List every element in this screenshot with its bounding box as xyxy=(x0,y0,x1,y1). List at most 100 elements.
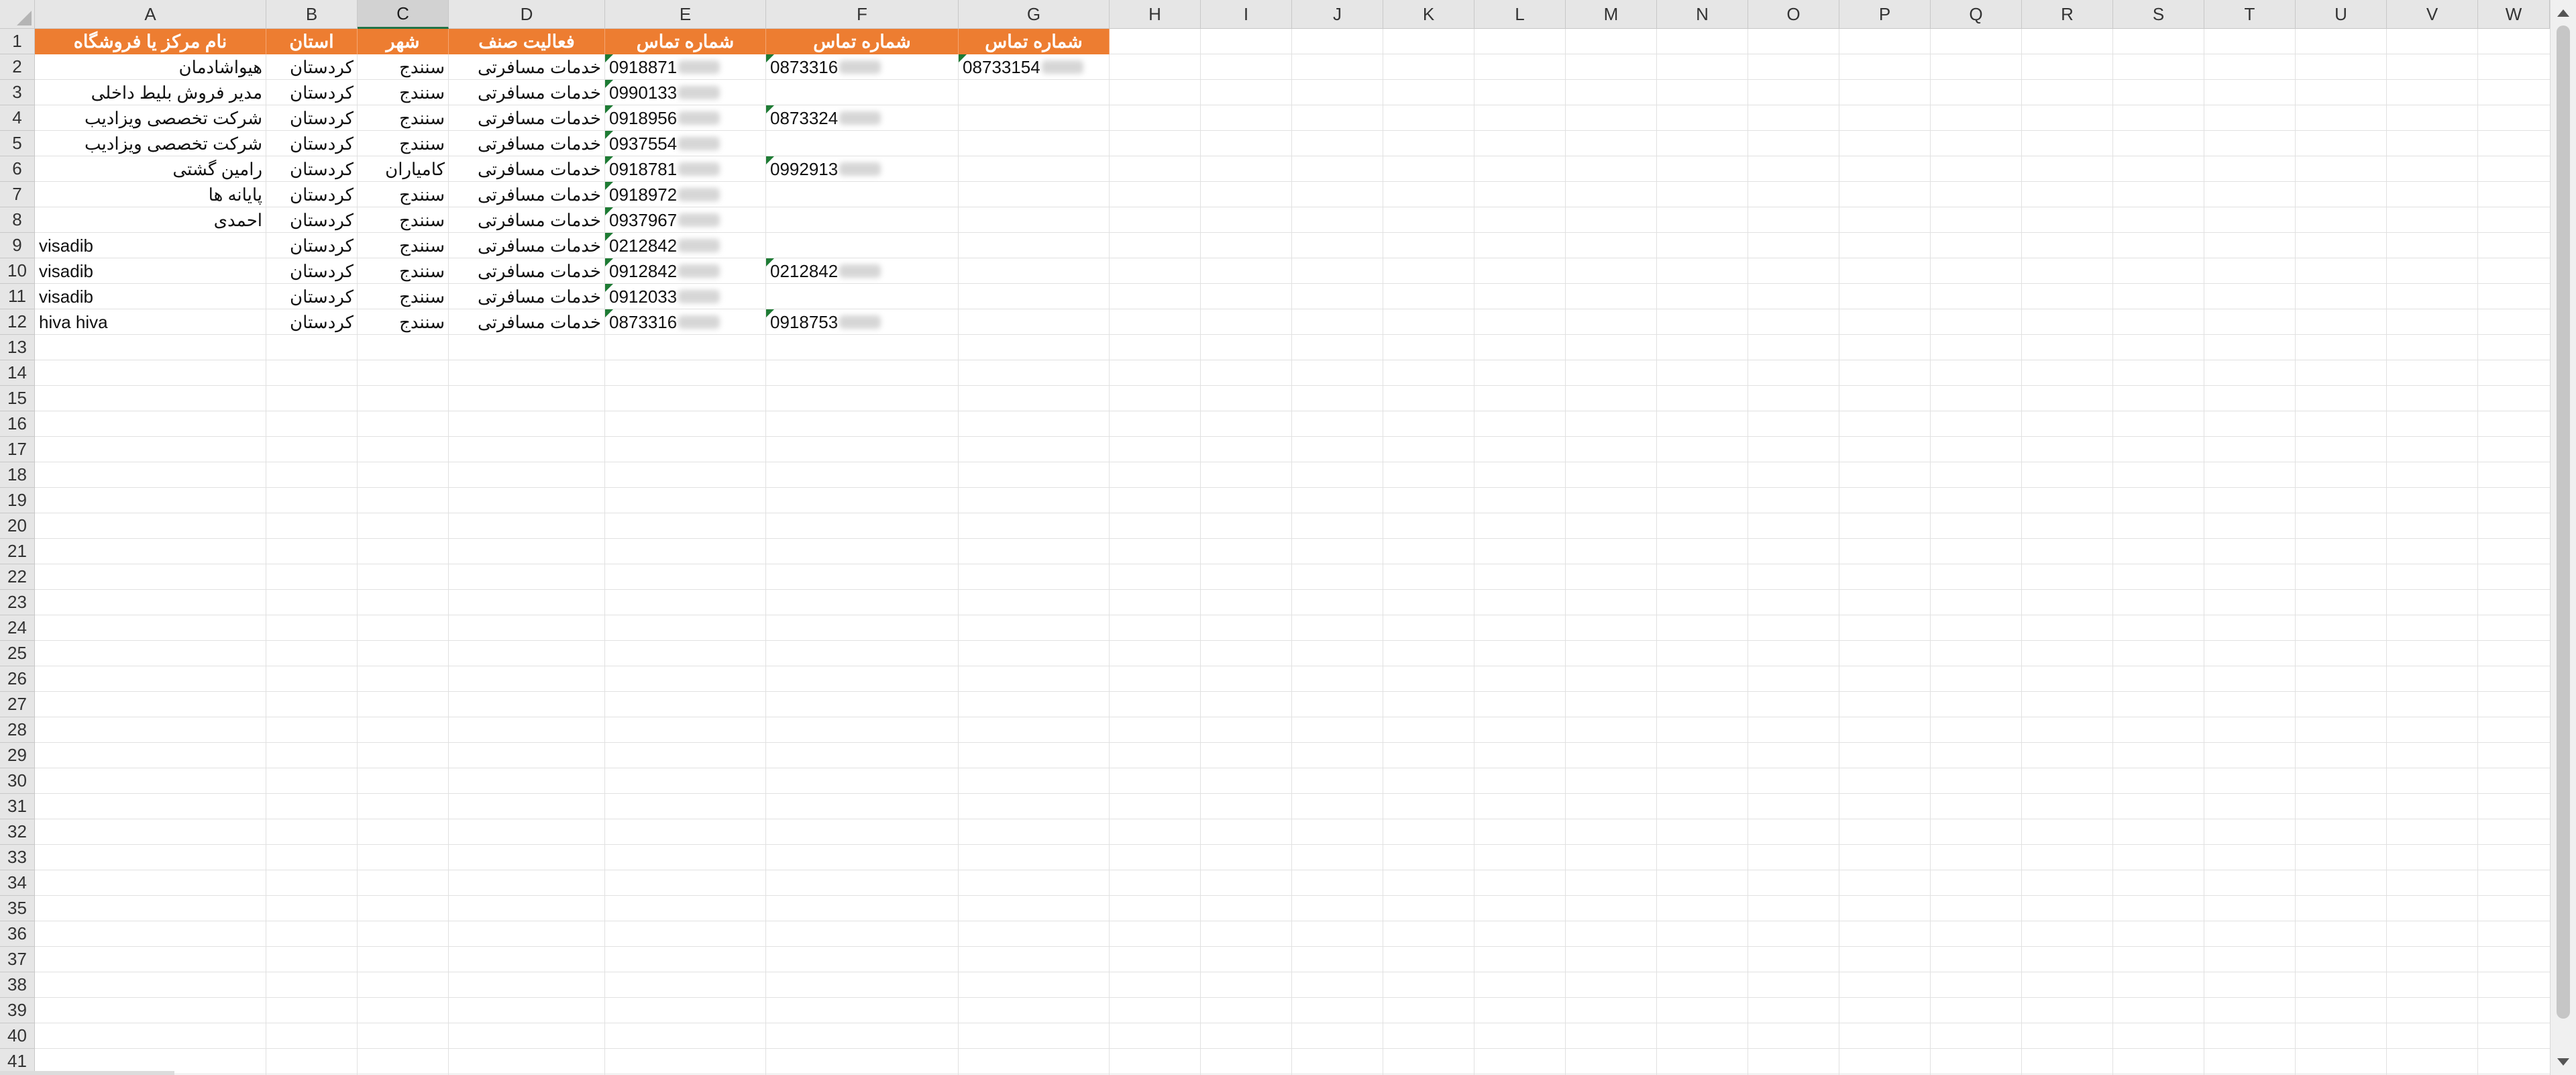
column-header-w[interactable]: W xyxy=(2478,0,2550,29)
header-cell-a[interactable]: نام مرکز یا فروشگاه xyxy=(35,29,266,54)
cell-c-city[interactable]: سنندج xyxy=(358,54,449,80)
row-header[interactable]: 4 xyxy=(0,105,35,131)
cell-e-phone1[interactable]: 0912842 xyxy=(605,258,766,284)
column-header-d[interactable]: D xyxy=(449,0,605,29)
column-header-o[interactable]: O xyxy=(1748,0,1839,29)
scroll-down-arrow-icon[interactable] xyxy=(2557,1058,2569,1066)
row-header[interactable]: 5 xyxy=(0,131,35,156)
row-header[interactable]: 1 xyxy=(0,29,35,54)
cell-a-name[interactable]: visadib xyxy=(35,284,266,309)
row-header[interactable]: 17 xyxy=(0,437,35,462)
row-header[interactable]: 21 xyxy=(0,539,35,564)
cell-b-province[interactable]: کردستان xyxy=(266,258,358,284)
row-header[interactable]: 35 xyxy=(0,896,35,921)
column-header-l[interactable]: L xyxy=(1474,0,1566,29)
cell-c-city[interactable]: سنندج xyxy=(358,80,449,105)
column-header-j[interactable]: J xyxy=(1292,0,1383,29)
column-header-m[interactable]: M xyxy=(1566,0,1657,29)
row-header[interactable]: 18 xyxy=(0,462,35,488)
row-header[interactable]: 38 xyxy=(0,972,35,998)
column-header-h[interactable]: H xyxy=(1110,0,1201,29)
column-header-v[interactable]: V xyxy=(2387,0,2478,29)
column-header-b[interactable]: B xyxy=(266,0,358,29)
cell-f-phone2[interactable]: 0992913 xyxy=(766,156,959,182)
cell-d-activity[interactable]: خدمات مسافرتی xyxy=(449,309,605,335)
cell-g-phone3[interactable]: 08733154 xyxy=(959,54,1110,80)
row-header[interactable]: 24 xyxy=(0,615,35,641)
row-header[interactable]: 20 xyxy=(0,513,35,539)
cell-a-name[interactable]: شرکت تخصصی ویزادیب xyxy=(35,105,266,131)
row-header[interactable]: 12 xyxy=(0,309,35,335)
row-header[interactable]: 31 xyxy=(0,794,35,819)
cell-d-activity[interactable]: خدمات مسافرتی xyxy=(449,156,605,182)
cell-b-province[interactable]: کردستان xyxy=(266,309,358,335)
cell-d-activity[interactable]: خدمات مسافرتی xyxy=(449,54,605,80)
cell-a-name[interactable]: visadib xyxy=(35,258,266,284)
row-header[interactable]: 9 xyxy=(0,233,35,258)
cell-d-activity[interactable]: خدمات مسافرتی xyxy=(449,182,605,207)
cell-c-city[interactable]: سنندج xyxy=(358,105,449,131)
cell-e-phone1[interactable]: 0918956 xyxy=(605,105,766,131)
cell-a-name[interactable]: شرکت تخصصی ویزادیب xyxy=(35,131,266,156)
row-header[interactable]: 34 xyxy=(0,870,35,896)
row-header[interactable]: 33 xyxy=(0,845,35,870)
row-header[interactable]: 37 xyxy=(0,947,35,972)
cell-b-province[interactable]: کردستان xyxy=(266,80,358,105)
cell-d-activity[interactable]: خدمات مسافرتی xyxy=(449,258,605,284)
column-header-u[interactable]: U xyxy=(2296,0,2387,29)
scroll-up-arrow-icon[interactable] xyxy=(2557,9,2569,17)
row-header[interactable]: 8 xyxy=(0,207,35,233)
cell-d-activity[interactable]: خدمات مسافرتی xyxy=(449,233,605,258)
cell-e-phone1[interactable]: 0873316 xyxy=(605,309,766,335)
column-header-k[interactable]: K xyxy=(1383,0,1474,29)
row-header[interactable]: 29 xyxy=(0,743,35,768)
row-header[interactable]: 6 xyxy=(0,156,35,182)
spreadsheet-grid[interactable]: ABCDEFGHIJKLMNOPQRSTUVW 1 2 3 4 5 6 7 8 9 10 11 12 1… xyxy=(0,0,2550,1075)
cell-c-city[interactable]: سنندج xyxy=(358,207,449,233)
cell-a-name[interactable]: مدیر فروش بلیط داخلی xyxy=(35,80,266,105)
cell-d-activity[interactable]: خدمات مسافرتی xyxy=(449,131,605,156)
header-cell-e[interactable]: شماره تماس xyxy=(605,29,766,54)
row-header[interactable]: 36 xyxy=(0,921,35,947)
cell-e-phone1[interactable]: 0937967 xyxy=(605,207,766,233)
row-header[interactable]: 11 xyxy=(0,284,35,309)
cell-c-city[interactable]: سنندج xyxy=(358,258,449,284)
cell-a-name[interactable]: رامین گشتی xyxy=(35,156,266,182)
column-header-q[interactable]: Q xyxy=(1931,0,2022,29)
row-header[interactable]: 27 xyxy=(0,692,35,717)
row-header[interactable]: 3 xyxy=(0,80,35,105)
cell-d-activity[interactable]: خدمات مسافرتی xyxy=(449,80,605,105)
row-header[interactable]: 2 xyxy=(0,54,35,80)
row-header[interactable]: 16 xyxy=(0,411,35,437)
cell-e-phone1[interactable]: 0990133 xyxy=(605,80,766,105)
column-header-g[interactable]: G xyxy=(959,0,1110,29)
select-all-corner[interactable] xyxy=(0,0,35,29)
column-header-f[interactable]: F xyxy=(766,0,959,29)
header-cell-f[interactable]: شماره تماس xyxy=(766,29,959,54)
row-header[interactable]: 19 xyxy=(0,488,35,513)
header-cell-c[interactable]: شهر xyxy=(358,29,449,54)
cell-c-city[interactable]: سنندج xyxy=(358,233,449,258)
cell-c-city[interactable]: سنندج xyxy=(358,309,449,335)
cell-c-city[interactable]: سنندج xyxy=(358,182,449,207)
cell-a-name[interactable]: hiva hiva xyxy=(35,309,266,335)
cell-a-name[interactable]: پایانه ها xyxy=(35,182,266,207)
cell-a-name[interactable]: احمدی xyxy=(35,207,266,233)
cell-e-phone1[interactable]: 0937554 xyxy=(605,131,766,156)
row-header[interactable]: 30 xyxy=(0,768,35,794)
row-header[interactable]: 25 xyxy=(0,641,35,666)
row-header[interactable]: 13 xyxy=(0,335,35,360)
column-header-e[interactable]: E xyxy=(605,0,766,29)
cell-d-activity[interactable]: خدمات مسافرتی xyxy=(449,105,605,131)
cell-a-name[interactable]: visadib xyxy=(35,233,266,258)
cell-c-city[interactable]: کامیاران xyxy=(358,156,449,182)
cell-b-province[interactable]: کردستان xyxy=(266,233,358,258)
column-header-r[interactable]: R xyxy=(2022,0,2113,29)
column-header-t[interactable]: T xyxy=(2204,0,2296,29)
row-header[interactable]: 14 xyxy=(0,360,35,386)
cell-b-province[interactable]: کردستان xyxy=(266,105,358,131)
cell-e-phone1[interactable]: 0918781 xyxy=(605,156,766,182)
cell-c-city[interactable]: سنندج xyxy=(358,284,449,309)
cell-e-phone1[interactable]: 0912033 xyxy=(605,284,766,309)
horizontal-scrollbar-stub[interactable] xyxy=(0,1071,174,1075)
